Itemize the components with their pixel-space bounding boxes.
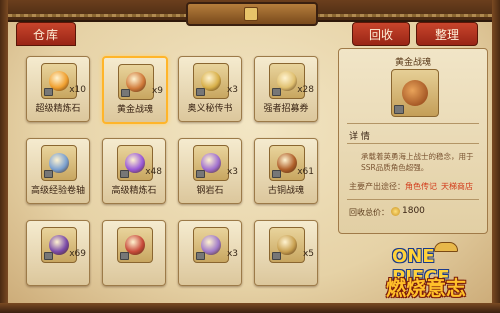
lock-icon [120, 252, 129, 260]
item-name: 高级精炼石 [111, 186, 157, 196]
item-count: x10 [69, 85, 86, 95]
frame-left [0, 0, 8, 313]
recycle-button[interactable]: 回收 [352, 22, 410, 46]
lock-icon [196, 252, 205, 260]
item-count: x9 [151, 86, 163, 96]
lock-icon [272, 252, 281, 260]
logo-title: 燃烧意志 [386, 276, 466, 300]
coin-icon [391, 207, 400, 216]
inventory-item[interactable]: x10 超级精炼石 [26, 56, 90, 122]
item-tile [117, 227, 153, 263]
item-count: x69 [69, 249, 86, 259]
divider [347, 123, 479, 124]
game-logo: ONE PIECE 燃烧意志 [384, 240, 496, 308]
recycle-price-label: 回收总价： [349, 208, 389, 217]
lock-icon [44, 252, 53, 260]
inventory-item[interactable]: 高级经验卷轴 [26, 138, 90, 204]
detail-section-label: 详 情 [349, 132, 370, 142]
item-count: x3 [226, 85, 238, 95]
detail-description: 承载着英勇海上战士的稳念，用于SSR品质角色超强。 [361, 152, 474, 172]
inventory-item[interactable]: x3 [178, 220, 242, 286]
item-tile [193, 145, 229, 181]
detail-title: 黄金战魂 [394, 58, 431, 68]
item-tile [41, 145, 77, 181]
lock-icon [394, 105, 404, 114]
source-link-biography[interactable]: 角色传记 [405, 181, 437, 192]
lock-icon [44, 170, 53, 178]
golden-soul-icon [391, 69, 439, 117]
divider [347, 199, 479, 200]
item-count: x28 [297, 85, 314, 95]
item-tile [193, 227, 229, 263]
source-link-ladder-shop[interactable]: 天梯商店 [441, 181, 473, 192]
item-count: x3 [226, 167, 238, 177]
item-name: 钢岩石 [196, 186, 224, 196]
item-name: 超级精炼石 [35, 104, 81, 114]
item-count: x5 [302, 249, 314, 259]
tab-warehouse[interactable]: 仓库 [16, 22, 76, 46]
item-name: 古铜战魂 [267, 186, 304, 196]
item-count: x3 [226, 249, 238, 259]
inventory-item[interactable]: x48 高级精炼石 [102, 138, 166, 204]
top-ornament [186, 2, 318, 26]
golden-soul-glyph [402, 80, 428, 106]
lock-icon [44, 88, 53, 96]
inventory-item[interactable]: x69 [26, 220, 90, 286]
item-name: 奥义秘传书 [187, 104, 233, 114]
lock-icon [120, 170, 129, 178]
divider [347, 143, 479, 144]
item-tile [193, 63, 229, 99]
recycle-price-value: 1800 [402, 206, 425, 216]
game-screen: 仓库 回收 整理 x10 超级精炼石 x9 黄金战魂 x3 奥义秘传书 x28 强者招募券高级… [0, 0, 500, 313]
gem-icon [244, 7, 258, 21]
lock-icon [196, 170, 205, 178]
arrange-button[interactable]: 整理 [416, 22, 478, 46]
item-count: x48 [145, 167, 162, 177]
item-tile [269, 227, 305, 263]
item-name: 黄金战魂 [116, 105, 153, 115]
inventory-item[interactable]: x61 古铜战魂 [254, 138, 318, 204]
item-detail-panel: 黄金战魂 详 情 承载着英勇海上战士的稳念，用于SSR品质角色超强。 主要产出途… [338, 48, 488, 234]
lock-icon [272, 88, 281, 96]
inventory-panel: x10 超级精炼石 x9 黄金战魂 x3 奥义秘传书 x28 强者招募券高级经验卷轴 x48 高级… [16, 48, 332, 306]
inventory-item[interactable]: x28 强者招募券 [254, 56, 318, 122]
lock-icon [121, 89, 130, 97]
item-name: 强者招募券 [263, 104, 309, 114]
item-count: x61 [297, 167, 314, 177]
inventory-item[interactable]: x9 黄金战魂 [102, 56, 168, 124]
lock-icon [196, 88, 205, 96]
lock-icon [272, 170, 281, 178]
source-label: 主要产出途径： [349, 182, 405, 191]
inventory-item[interactable]: x3 奥义秘传书 [178, 56, 242, 122]
inventory-item[interactable]: x3 钢岩石 [178, 138, 242, 204]
item-tile [118, 64, 154, 100]
inventory-item[interactable]: x5 [254, 220, 318, 286]
item-name: 高级经验卷轴 [30, 186, 85, 196]
inventory-item[interactable] [102, 220, 166, 286]
